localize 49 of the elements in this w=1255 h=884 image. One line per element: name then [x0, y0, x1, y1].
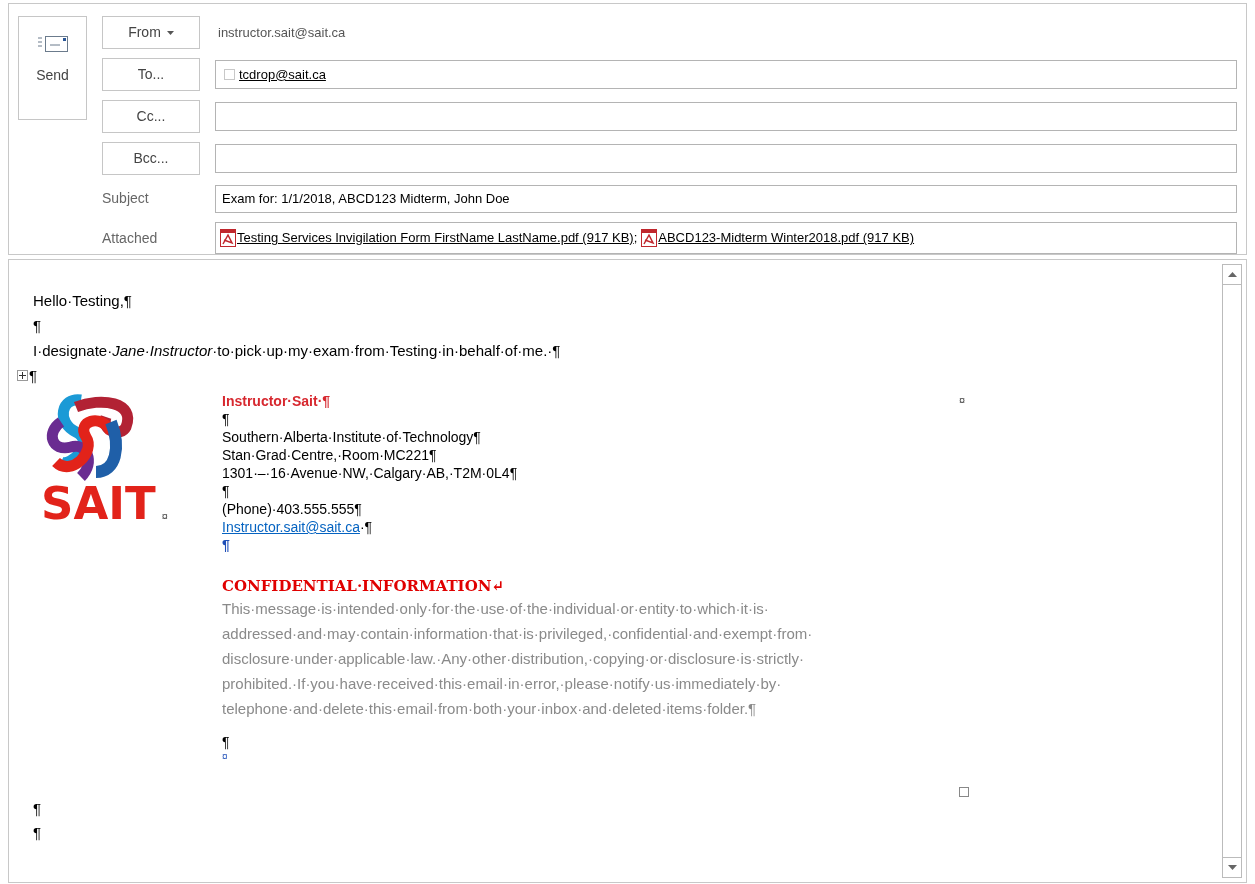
signature-text: Stan·Grad·Centre,·Room·MC221¶: [222, 446, 438, 464]
separator-text: ;: [633, 229, 638, 248]
attachment-link[interactable]: ABCD123-Midterm Winter2018.pdf (917 KB): [658, 228, 915, 248]
recipient-button[interactable]: Cc...: [102, 100, 200, 133]
paragraph-mark: ¶: [33, 799, 43, 819]
recipient-link[interactable]: tcdrop@sait.ca: [239, 64, 326, 85]
signature-text: (Phone)·403.555.555¶: [222, 500, 363, 518]
subject-field[interactable]: Exam for: 1/1/2018, ABCD123 Midterm, John Doe: [215, 184, 1237, 213]
attachment-link[interactable]: Testing Services Invigilation Form FirstName LastName.pdf (917 KB): [237, 228, 634, 248]
recipient-field[interactable]: tcdrop@sait.ca: [215, 60, 1237, 89]
resize-handle-icon[interactable]: [959, 787, 969, 797]
paragraph-mark: ¶: [222, 536, 231, 554]
confidential-heading: CONFIDENTIAL·INFORMATION↵: [222, 576, 505, 596]
signature-text: ¶: [222, 733, 231, 751]
cell-mark: ¤: [222, 751, 229, 763]
signature-text: ¶: [222, 410, 231, 428]
caret-icon: [166, 30, 174, 35]
cell-mark: ¤: [959, 393, 966, 408]
signature-name: Instructor·Sait·¶: [222, 392, 332, 410]
paragraph-mark: ·¶: [359, 518, 373, 536]
down-arrow-icon: [1227, 865, 1237, 870]
paragraph-mark: ¶: [29, 366, 38, 386]
pdf-icon: [641, 228, 659, 248]
checkbox-icon: [224, 69, 235, 80]
field-label: Attached: [102, 228, 159, 248]
body-text: Hello·Testing,¶: [33, 291, 133, 311]
move-handle-icon: [17, 370, 28, 381]
pdf-icon: [220, 228, 237, 248]
recipient-button[interactable]: To...: [102, 58, 200, 91]
signature-text: ¶: [222, 482, 231, 500]
email-link[interactable]: Instructor.sait@sait.ca: [222, 518, 360, 536]
body-text: I·designate·Jane·Instructor·to·pick·up·my·exam·from·Testing·in·behalf·of·me.·¶: [33, 341, 562, 361]
field-label: Subject: [102, 189, 150, 208]
recipient-field[interactable]: [215, 144, 1237, 173]
signature-text: Southern·Alberta·Institute·of·Technology¶: [222, 428, 482, 446]
body-text: ¶: [33, 316, 43, 336]
send-button[interactable]: Send: [18, 16, 87, 120]
signature-text: 1301·–·16·Avenue·NW,·Calgary·AB,·T2M·0L4¶: [222, 464, 519, 482]
scrollbar[interactable]: [1222, 264, 1242, 878]
recipient-field[interactable]: [215, 102, 1237, 131]
logo-wordmark: SAIT: [41, 480, 156, 528]
up-arrow-icon: [1227, 272, 1237, 277]
from-button[interactable]: From: [102, 16, 200, 49]
cell-mark: ¤: [161, 508, 168, 524]
paragraph-mark: ¶: [33, 823, 43, 843]
disclaimer-text: This·message·is·intended·only·for·the·use·of·the·individual·or·entity·to·which·it·is· addressed·and·may·contain·information·that·is·privileged,·confidential·and·exempt·from· disclosure·under·applicable·law.·Any·other·distribution,·copying·or·disclosure·is·strictly· prohibited.·If·you·have·received·this·email·in·error,·please·notify·us·immediately·by· telephone·and·delete·this·email·from·both·your·inbox·and·deleted·items·folder.¶: [222, 599, 813, 719]
sender-address: instructor.sait@sait.ca: [217, 23, 346, 42]
envelope-icon: [36, 35, 69, 53]
recipient-button[interactable]: Bcc...: [102, 142, 200, 175]
